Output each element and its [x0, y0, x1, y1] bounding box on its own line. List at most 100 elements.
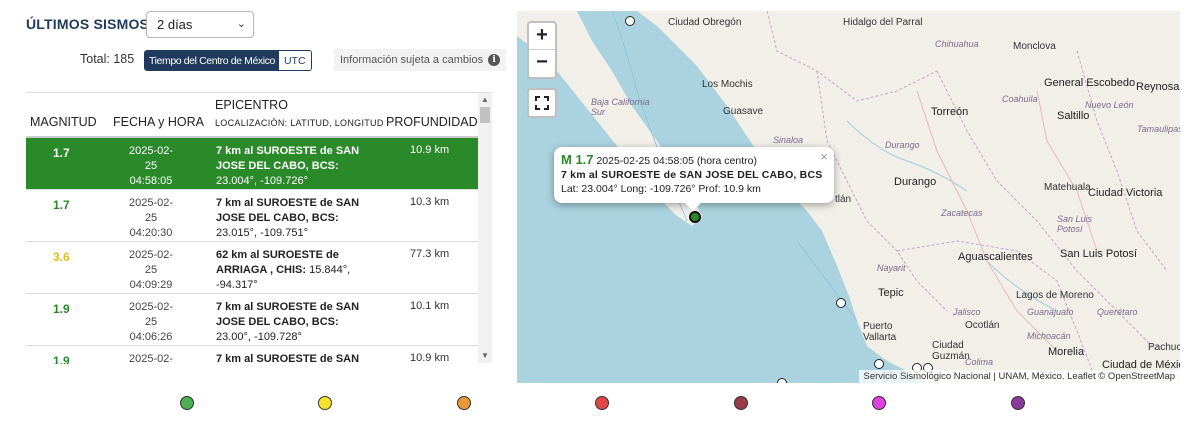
region-label: Sinaloa [773, 135, 804, 145]
city-label: Morelia [1048, 346, 1085, 358]
row-place: 7 km al SUROESTE de SAN JOSE DEL CABO, B… [216, 353, 360, 364]
map[interactable]: + − Ciudad Obregón Hidalgo del Parral Lo… [517, 11, 1180, 383]
row-magnitude: 1.9 [53, 354, 70, 364]
row-place: 7 km al SUROESTE de SAN JOSE DEL CABO, B… [216, 301, 360, 328]
city-label: Tepic [878, 287, 904, 299]
earthquake-popup: M 1.7 2025-02-25 04:58:05 (hora centro) … [554, 147, 834, 203]
scroll-up-icon[interactable]: ▲ [478, 93, 492, 107]
info-note-text: Información sujeta a cambios [340, 54, 484, 66]
row-place: 7 km al SUROESTE de SAN JOSE DEL CABO, B… [216, 197, 360, 224]
city-label: Reynosa [1136, 81, 1180, 93]
row-depth: 10.1 km [410, 300, 450, 312]
row-epicenter: 7 km al SUROESTE de SAN JOSE DEL CABO, B… [216, 352, 376, 364]
region-label: Michoacán [1027, 331, 1071, 341]
earthquake-marker[interactable] [625, 16, 635, 26]
city-label: Aguascalientes [958, 251, 1033, 263]
row-epicenter: 62 km al SUROESTE de ARRIAGA , CHIS: 15.… [216, 248, 376, 293]
header-epicentro: EPICENTRO [215, 98, 288, 112]
city-label: Durango [894, 176, 937, 188]
days-filter-select[interactable]: 2 días ⌄ [146, 11, 254, 38]
table-row[interactable]: 1.7 2025-02-25 04:58:05 7 km al SUROESTE de… [26, 138, 492, 190]
info-icon[interactable]: i [488, 54, 501, 66]
legend-dot[interactable] [734, 396, 748, 410]
zoom-control: + − [527, 21, 557, 79]
city-label: Ciudad Obregón [668, 17, 742, 28]
row-magnitude: 1.7 [53, 198, 70, 212]
legend-dot[interactable] [595, 396, 609, 410]
row-date: 2025-02-25 [128, 301, 174, 328]
legend-dot[interactable] [180, 396, 194, 410]
earthquake-marker[interactable] [874, 359, 884, 369]
row-time: 04:58:05 [129, 175, 173, 187]
table-scrollbar[interactable]: ▲ ▼ [478, 93, 492, 363]
scroll-down-icon[interactable]: ▼ [478, 349, 492, 363]
row-coords: 23.015°, -109.751° [216, 227, 308, 239]
region-label: San Luis Potosí [1057, 214, 1093, 234]
table-row[interactable]: 1.9 2025-02-2504:01:36 7 km al SUROESTE de… [26, 346, 492, 364]
region-label: Querétaro [1097, 307, 1138, 317]
row-datetime: 2025-02-25 04:20:30 [123, 196, 179, 241]
row-datetime: 2025-02-25 04:58:05 [123, 144, 179, 189]
legend-dot[interactable] [457, 396, 471, 410]
earthquake-marker[interactable] [777, 378, 787, 383]
row-epicenter: 7 km al SUROESTE de SAN JOSE DEL CABO, B… [216, 196, 376, 241]
fullscreen-button[interactable] [527, 88, 557, 118]
row-date: 2025-02-25 [128, 197, 174, 224]
row-time: 04:09:29 [129, 279, 173, 291]
row-datetime: 2025-02-2504:01:36 [123, 352, 179, 364]
table-row[interactable]: 1.7 2025-02-25 04:20:30 7 km al SUROESTE de… [26, 190, 492, 242]
timezone-utc-button[interactable]: UTC [278, 51, 311, 70]
legend-dot[interactable] [872, 396, 886, 410]
earthquake-marker[interactable] [836, 298, 846, 308]
total-count: Total: 185 [80, 52, 135, 66]
city-label: tlán [835, 194, 852, 205]
city-label: Ocotlán [965, 320, 1000, 331]
legend-dot[interactable] [1011, 396, 1025, 410]
days-filter-value: 2 días [157, 17, 193, 32]
region-label: Colima [965, 357, 994, 367]
city-label: Puerto Vallarta [863, 321, 897, 343]
row-time: 04:06:26 [129, 331, 173, 343]
row-datetime: 2025-02-25 04:09:29 [123, 248, 179, 293]
region-label: Baja California Sur [591, 97, 650, 117]
row-depth: 77.3 km [410, 248, 450, 260]
selected-earthquake-marker[interactable] [689, 211, 701, 223]
table-row[interactable]: 3.6 2025-02-25 04:09:29 62 km al SUROESTE d… [26, 242, 492, 294]
legend-dot[interactable] [318, 396, 332, 410]
zoom-out-button[interactable]: − [529, 50, 555, 77]
popup-magnitude: M 1.7 [561, 152, 594, 167]
region-label: Nayarit [877, 263, 906, 273]
map-attribution[interactable]: Servicio Sismológico Nacional | UNAM, Mé… [858, 370, 1180, 383]
scroll-thumb[interactable] [480, 107, 490, 123]
table-header: MAGNITUD FECHA y HORA EPICENTRO LOCALIZA… [26, 92, 492, 138]
popup-datetime: 2025-02-25 04:58:05 (hora centro) [596, 155, 757, 167]
region-label: Durango [885, 140, 920, 150]
row-depth: 10.9 km [410, 352, 450, 364]
region-label: Chihuahua [935, 39, 979, 49]
city-label: Hidalgo del Parral [843, 17, 923, 28]
popup-coords: Lat: 23.004° Long: -109.726° Prof: 10.9 … [561, 183, 761, 195]
table-row[interactable]: 1.9 2025-02-25 04:06:26 7 km al SUROESTE de… [26, 294, 492, 346]
popup-place: 7 km al SUROESTE de SAN JOSE DEL CABO, B… [561, 169, 823, 181]
row-depth: 10.9 km [410, 144, 450, 156]
row-date: 2025-02-25 [128, 145, 174, 172]
row-place: 7 km al SUROESTE de SAN JOSE DEL CABO, B… [216, 145, 360, 172]
row-time: 04:20:30 [129, 227, 173, 239]
region-label: Coahuila [1002, 94, 1038, 104]
timezone-local-button[interactable]: Tiempo del Centro de México [145, 51, 279, 70]
close-icon[interactable]: × [820, 149, 828, 164]
city-label: Monclova [1013, 41, 1056, 52]
region-label: Guanajuato [1027, 307, 1074, 317]
row-magnitude: 3.6 [53, 250, 70, 264]
header-magnitud: MAGNITUD [30, 115, 97, 129]
city-label: Saltillo [1057, 110, 1090, 122]
info-note: Información sujeta a cambios i [334, 49, 507, 71]
row-magnitude: 1.9 [53, 302, 70, 316]
earthquake-table: MAGNITUD FECHA y HORA EPICENTRO LOCALIZA… [26, 92, 492, 364]
zoom-in-button[interactable]: + [529, 23, 555, 50]
header-fecha: FECHA y HORA [113, 115, 204, 129]
page-title: ÚLTIMOS SISMOS. [26, 16, 154, 32]
row-epicenter: 7 km al SUROESTE de SAN JOSE DEL CABO, B… [216, 144, 376, 189]
city-label: San Luis Potosí [1060, 248, 1138, 260]
region-label: Jalisco [953, 307, 981, 317]
